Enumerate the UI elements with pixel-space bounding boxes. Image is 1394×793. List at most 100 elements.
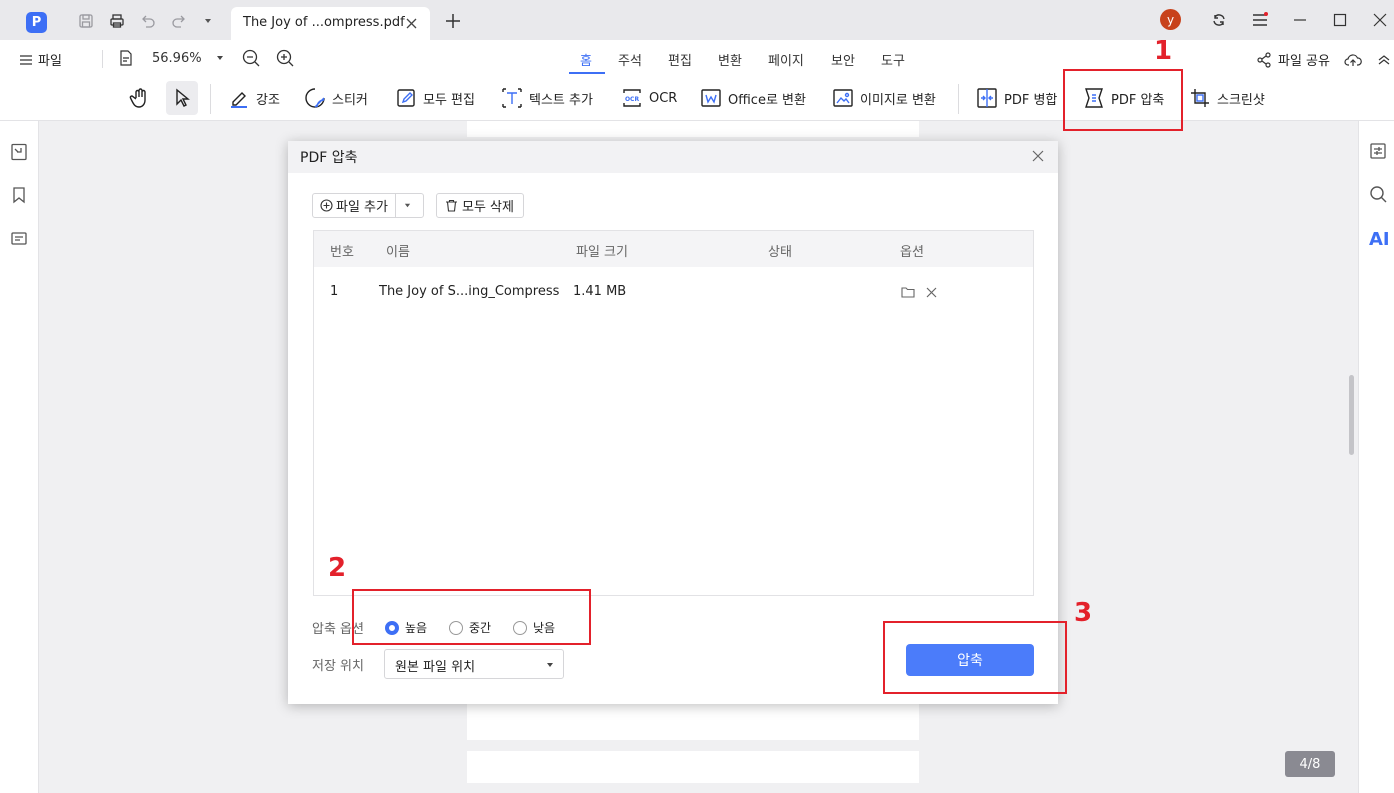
zoom-control: 56.96% [118,49,294,67]
left-sidebar [0,121,39,793]
document-tab-title: The Joy of ...ompress.pdf [243,15,405,30]
thumbnails-icon[interactable] [9,142,29,162]
sticker-tool[interactable]: 스티커 [304,87,368,109]
screenshot-tool[interactable]: 스크린샷 [1189,87,1265,109]
menu-icon[interactable] [1250,10,1270,30]
add-file-dropdown-icon[interactable] [404,202,411,209]
minimize-icon[interactable] [1290,10,1310,30]
user-avatar[interactable]: y [1160,9,1181,30]
select-tool[interactable] [166,81,198,115]
toolbar-divider [958,84,959,114]
pdf-page [467,704,919,740]
edit-all-tool[interactable]: 모두 편집 [395,87,475,109]
tab-home[interactable]: 홈 [580,50,592,69]
convert-to-office-tool[interactable]: Office로 변환 [700,87,806,109]
zoom-out-icon[interactable] [242,49,260,67]
hand-tool-icon[interactable] [128,86,152,110]
menu-divider [102,50,103,68]
column-name: 이름 [386,245,410,260]
tab-tools[interactable]: 도구 [881,50,905,69]
zoom-value[interactable]: 56.96% [152,51,202,66]
ai-assistant-button[interactable]: AI [1369,229,1390,250]
quick-access-dropdown-icon[interactable] [199,12,217,30]
tab-convert[interactable]: 변환 [718,50,742,69]
zoom-in-icon[interactable] [276,49,294,67]
properties-icon[interactable] [1368,141,1388,161]
row-file-size: 1.41 MB [573,284,627,299]
ocr-tool[interactable]: OCR OCR [621,87,677,109]
app-logo-icon: P [26,12,47,33]
highlight-tool[interactable]: 강조 [228,87,280,109]
file-table: 번호 이름 파일 크기 상태 옵션 1 The Joy of S...ing_C… [313,230,1034,596]
print-icon[interactable] [108,12,126,30]
sync-icon[interactable] [1209,10,1229,30]
pdf-page [467,121,919,137]
active-tab-indicator [569,72,605,74]
screenshot-icon [1189,87,1211,109]
column-status: 상태 [768,245,792,260]
column-options: 옵션 [900,245,924,260]
close-window-icon[interactable] [1370,10,1390,30]
ocr-label: OCR [649,90,678,106]
new-tab-icon[interactable] [444,12,462,30]
trash-icon [445,199,458,212]
annotation-number-3: 3 [1074,598,1093,628]
table-header: 번호 이름 파일 크기 상태 옵션 [314,231,1033,267]
convert-to-image-tool[interactable]: 이미지로 변환 [832,87,936,109]
undo-icon[interactable] [139,12,157,30]
edit-all-label: 모두 편집 [423,92,475,108]
annotation-number-1: 1 [1154,36,1173,66]
zoom-dropdown-icon[interactable] [216,54,224,62]
hamburger-icon [20,54,32,66]
add-text-tool[interactable]: 텍스트 추가 [501,87,593,109]
fit-page-icon[interactable] [118,50,134,66]
bookmark-icon[interactable] [9,185,29,205]
tab-security[interactable]: 보안 [831,50,855,69]
toolbar: 강조 스티커 모두 편집 텍스트 추가 OCR OCR Office로 변환 이… [0,78,1394,121]
close-tab-icon[interactable] [404,16,418,30]
cloud-upload-icon[interactable] [1344,52,1362,68]
add-circle-icon [320,199,333,212]
delete-all-button[interactable]: 모두 삭제 [436,193,524,218]
share-file-button[interactable]: 파일 공유 [1256,50,1390,69]
title-bar: P The Joy of ...ompress.pdf y [0,0,1394,40]
tab-edit[interactable]: 편집 [668,50,692,69]
sticker-icon [304,87,326,109]
merge-label: PDF 병합 [1004,92,1058,108]
open-folder-icon[interactable] [900,284,916,300]
split-divider [394,194,396,217]
page-indicator: 4/8 [1285,751,1335,777]
highlighter-icon [228,87,250,109]
vertical-scrollbar[interactable] [1349,375,1354,455]
image-convert-icon [832,87,854,109]
redo-icon[interactable] [170,12,188,30]
tab-page[interactable]: 페이지 [768,50,804,69]
document-tab[interactable]: The Joy of ...ompress.pdf [231,7,430,40]
merge-pdf-tool[interactable]: PDF 병합 [976,87,1057,109]
svg-text:OCR: OCR [625,96,640,103]
screenshot-label: 스크린샷 [1217,92,1265,108]
column-size: 파일 크기 [576,245,628,260]
right-sidebar: AI [1358,121,1394,793]
image-convert-label: 이미지로 변환 [860,92,936,108]
comments-icon[interactable] [9,229,29,249]
remove-file-icon[interactable] [923,284,939,300]
collapse-ribbon-icon[interactable] [1378,54,1390,66]
search-icon[interactable] [1368,184,1388,204]
annotation-box-3 [883,621,1067,694]
tab-annotate[interactable]: 주석 [618,50,642,69]
save-location-select[interactable]: 원본 파일 위치 [384,649,564,679]
file-menu[interactable]: 파일 [20,50,62,69]
add-file-button[interactable]: 파일 추가 [312,193,424,218]
row-number: 1 [330,284,339,299]
maximize-icon[interactable] [1330,10,1350,30]
save-location-label: 저장 위치 [312,659,364,674]
add-text-label: 텍스트 추가 [529,92,593,108]
share-label: 파일 공유 [1278,54,1330,69]
office-convert-label: Office로 변환 [728,92,806,108]
dialog-close-icon[interactable] [1030,148,1046,164]
file-menu-label: 파일 [38,54,62,69]
save-icon[interactable] [77,12,95,30]
dialog-title: PDF 압축 [300,150,358,166]
dialog-header: PDF 압축 [288,141,1058,173]
